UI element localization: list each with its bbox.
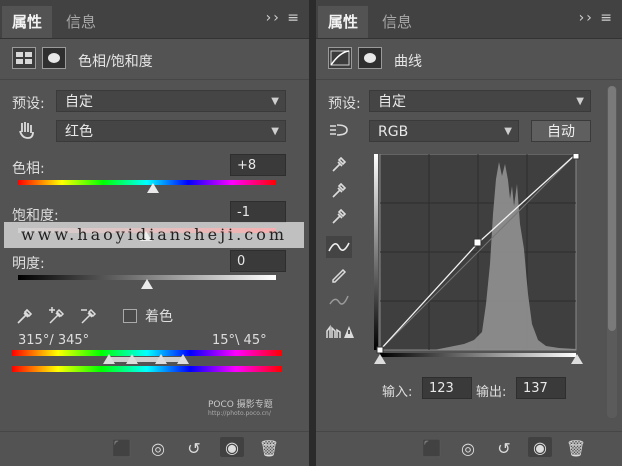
preset-dropdown[interactable]: 自定 ▼ — [56, 90, 286, 112]
auto-button[interactable]: 自动 — [531, 120, 591, 142]
reset-icon[interactable]: ↺ — [182, 439, 206, 458]
scrollbar-grip[interactable] — [608, 86, 616, 331]
channel-value: 红色 — [65, 124, 93, 140]
smooth-curve-icon[interactable] — [328, 292, 350, 312]
range-handle-inner-left[interactable] — [126, 354, 138, 364]
eyedropper-white-icon[interactable] — [330, 207, 348, 229]
input-label: 输入: — [382, 385, 413, 400]
panel-menu-icon[interactable]: ›› ≡ — [579, 10, 614, 26]
panel-footer: ⬛ ◎ ↺ ◉ 🗑 — [0, 431, 309, 466]
input-value-field[interactable]: 123 — [422, 377, 472, 399]
visibility-eye-icon[interactable]: ◉ — [528, 437, 552, 457]
eyedropper-gray-icon[interactable] — [330, 181, 348, 203]
output-value-field[interactable]: 137 — [516, 377, 566, 399]
color-range-selector[interactable] — [108, 357, 183, 362]
preset-label: 预设: — [12, 96, 45, 112]
curve-point[interactable] — [473, 238, 482, 247]
hue-slider-thumb[interactable] — [146, 183, 159, 193]
panel-footer: ⬛ ◎ ↺ ◉ 🗑 — [316, 431, 622, 466]
panel-tab-bar: 属性 信息 ›› ≡ — [0, 0, 309, 39]
preset-value: 自定 — [378, 94, 406, 110]
tab-properties[interactable]: 属性 — [318, 6, 369, 38]
poco-watermark: POCO 摄影专题 http://photo.poco.cn/ — [208, 400, 273, 417]
range-right-degrees: 15°\ 45° — [212, 333, 267, 348]
black-point-slider[interactable] — [374, 354, 386, 364]
range-handle-right[interactable] — [177, 354, 189, 364]
curves-panel: 属性 信息 ›› ≡ 曲线 预设: 自定 ▼ RGB ▼ 自动 输入: 123 … — [316, 0, 622, 466]
tab-properties[interactable]: 属性 — [2, 6, 53, 38]
eyedropper-icon[interactable] — [14, 306, 34, 330]
eyedropper-black-icon[interactable] — [330, 155, 348, 177]
adjustment-title: 色相/饱和度 — [78, 54, 153, 70]
lightness-label: 明度: — [12, 256, 45, 272]
color-range-bar-bottom — [12, 366, 282, 372]
adjustment-title: 曲线 — [394, 54, 422, 70]
layer-mask-icon[interactable] — [358, 47, 382, 69]
output-label: 输出: — [476, 385, 507, 400]
website-watermark: www.haoyidiansheji.com — [4, 222, 304, 248]
color-range-bar-top — [12, 350, 282, 356]
target-adjustment-hand-icon[interactable] — [16, 120, 36, 144]
channel-value: RGB — [378, 124, 409, 140]
layer-mask-icon[interactable] — [42, 47, 66, 69]
saturation-input[interactable]: -1 — [230, 201, 286, 223]
curves-adjustment-icon — [328, 47, 352, 69]
panel-scrollbar[interactable] — [607, 86, 617, 418]
colorize-label: 着色 — [145, 309, 173, 325]
trash-icon[interactable]: 🗑 — [257, 439, 281, 458]
lightness-slider-thumb[interactable] — [141, 279, 153, 289]
clip-to-layer-icon[interactable]: ⬛ — [110, 439, 134, 458]
chevron-down-icon: ▼ — [576, 96, 584, 107]
tab-info[interactable]: 信息 — [372, 6, 422, 38]
curve-point-black[interactable] — [376, 346, 384, 354]
white-point-slider[interactable] — [571, 354, 583, 364]
curve-point-tool-icon[interactable] — [326, 236, 352, 258]
curve-point-white[interactable] — [572, 154, 580, 160]
chevron-down-icon: ▼ — [271, 96, 279, 107]
preset-value: 自定 — [65, 94, 93, 110]
channel-dropdown[interactable]: RGB ▼ — [369, 120, 519, 142]
chevron-down-icon: ▼ — [271, 126, 279, 137]
hue-input[interactable]: +8 — [230, 154, 286, 176]
adjustment-header: 曲线 — [316, 39, 622, 80]
target-adjustment-hand-icon[interactable] — [328, 121, 350, 143]
output-gradient-bar — [374, 154, 378, 350]
colorize-checkbox[interactable] — [123, 309, 137, 323]
chevron-down-icon: ▼ — [504, 126, 512, 137]
preset-dropdown[interactable]: 自定 ▼ — [369, 90, 591, 112]
view-previous-icon[interactable]: ◎ — [146, 439, 170, 458]
hue-saturation-icon — [12, 47, 36, 69]
panel-tab-bar: 属性 信息 ›› ≡ — [316, 0, 622, 39]
range-handle-inner-right[interactable] — [155, 354, 167, 364]
lightness-input[interactable]: 0 — [230, 250, 286, 272]
visibility-eye-icon[interactable]: ◉ — [220, 437, 244, 457]
trash-icon[interactable]: 🗑 — [564, 439, 588, 458]
range-handle-left[interactable] — [103, 354, 115, 364]
hue-label: 色相: — [12, 161, 45, 177]
reset-icon[interactable]: ↺ — [492, 439, 516, 458]
channel-dropdown[interactable]: 红色 ▼ — [56, 120, 286, 142]
adjustment-header: 色相/饱和度 — [0, 39, 309, 80]
preset-label: 预设: — [328, 96, 361, 112]
clipping-warning-icon[interactable] — [326, 322, 354, 344]
eyedropper-subtract-icon[interactable] — [78, 306, 100, 330]
pencil-icon[interactable] — [330, 265, 348, 287]
tab-info[interactable]: 信息 — [56, 6, 106, 38]
curves-graph[interactable] — [374, 154, 584, 358]
eyedropper-add-icon[interactable] — [46, 306, 68, 330]
view-previous-icon[interactable]: ◎ — [456, 439, 480, 458]
panel-menu-icon[interactable]: ›› ≡ — [266, 10, 301, 26]
range-left-degrees: 315°/ 345° — [18, 333, 90, 348]
input-gradient-bar — [380, 353, 576, 357]
clip-to-layer-icon[interactable]: ⬛ — [420, 439, 444, 458]
